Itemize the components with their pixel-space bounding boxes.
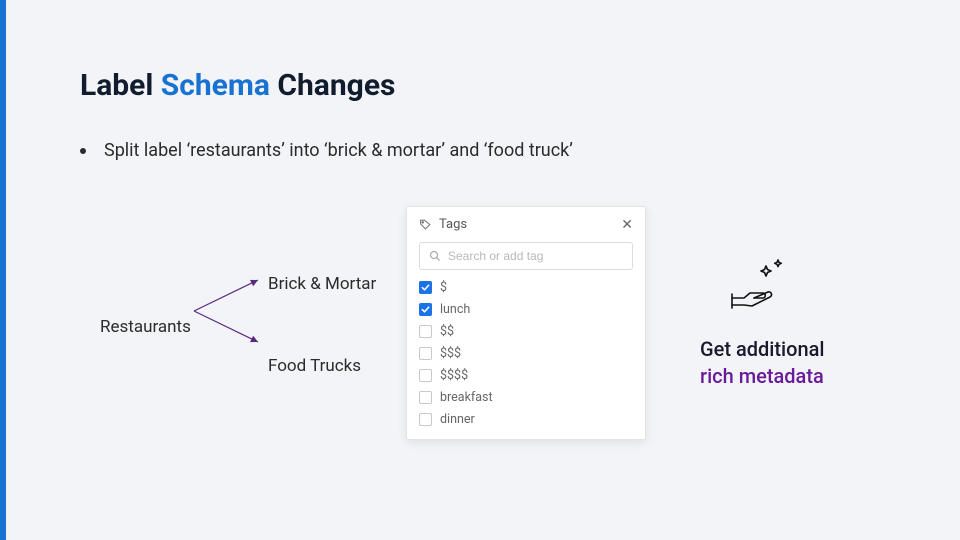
tags-panel-title: Tags [439,217,467,232]
fork-branch-b-label: Food Trucks [268,356,361,376]
tag-checkbox[interactable] [419,413,432,426]
tag-search-input[interactable] [448,249,623,263]
tag-label: $ [440,280,447,295]
fork-branch-a-label: Brick & Mortar [268,274,376,294]
tag-checkbox[interactable] [419,303,432,316]
fork-arrows-icon [192,268,264,354]
tags-panel-header: Tags ✕ [419,217,633,232]
tag-label: dinner [440,412,475,427]
tag-label: $$$$ [440,368,468,383]
tag-checkbox[interactable] [419,391,432,404]
callout-text: Get additional rich metadata [700,336,825,390]
tags-panel: Tags ✕ $lunch$$$$$$$$$breakfastdinner [406,206,646,440]
callout-line2: rich metadata [700,364,824,388]
tag-item[interactable]: breakfast [419,390,633,405]
callout-line1: Get additional [700,337,825,361]
tag-checkbox[interactable] [419,347,432,360]
tag-label: $$ [440,324,454,339]
sparkle-hand-icon [728,258,788,312]
bullet-dot-icon [80,148,86,154]
title-prefix: Label [80,68,161,103]
title-highlight: Schema [161,68,270,103]
tag-search-field[interactable] [419,242,633,270]
close-icon[interactable]: ✕ [621,218,633,232]
slide-accent-bar [0,0,6,540]
tag-item[interactable]: $ [419,280,633,295]
tag-label: lunch [440,302,470,317]
slide-title: Label Schema Changes [80,68,395,103]
fork-root-label: Restaurants [100,317,191,337]
tag-item[interactable]: $$$$ [419,368,633,383]
tag-checkbox[interactable] [419,369,432,382]
tag-label: $$$ [440,346,461,361]
title-suffix: Changes [270,68,396,103]
tag-item[interactable]: lunch [419,302,633,317]
tag-item[interactable]: $$ [419,324,633,339]
bullet-text: Split label ‘restaurants’ into ‘brick & … [104,140,573,161]
tag-item[interactable]: $$$ [419,346,633,361]
tag-list: $lunch$$$$$$$$$breakfastdinner [419,280,633,427]
tags-panel-title-group: Tags [419,217,467,232]
bullet-item: Split label ‘restaurants’ into ‘brick & … [80,140,573,161]
tag-icon [419,218,432,231]
tag-label: breakfast [440,390,493,405]
tag-checkbox[interactable] [419,281,432,294]
tag-checkbox[interactable] [419,325,432,338]
tag-item[interactable]: dinner [419,412,633,427]
search-icon [429,250,441,262]
